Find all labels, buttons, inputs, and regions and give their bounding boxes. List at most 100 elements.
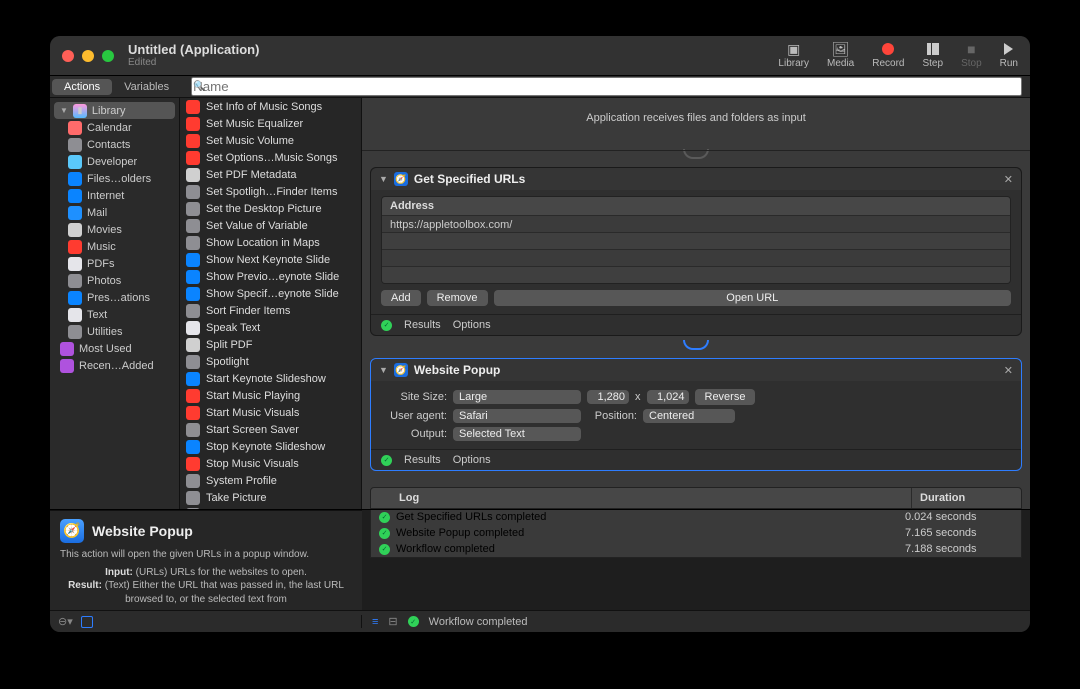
address-row-empty[interactable] (382, 266, 1010, 283)
execute-icon[interactable]: ⊖▾ (58, 615, 73, 628)
library-item-label: Mail (87, 207, 107, 219)
position-select[interactable]: Centered (643, 409, 735, 423)
library-item[interactable]: Files…olders (50, 170, 179, 187)
duration-column-header[interactable]: Duration (911, 488, 1021, 508)
results-link[interactable]: Results (404, 454, 441, 466)
close-icon[interactable]: ✕ (1004, 173, 1013, 186)
stop-toolbar-button[interactable]: ■Stop (961, 42, 982, 69)
action-item[interactable]: Sort Finder Items (180, 302, 361, 319)
action-item[interactable]: Set Value of Variable (180, 217, 361, 234)
address-column-header[interactable]: Address (382, 197, 1010, 215)
action-item[interactable]: Start Music Playing (180, 387, 361, 404)
address-row-empty[interactable] (382, 232, 1010, 249)
action-item[interactable]: Speak Text (180, 319, 361, 336)
action-item[interactable]: Set Options…Music Songs (180, 149, 361, 166)
action-item[interactable]: Set Spotligh…Finder Items (180, 183, 361, 200)
flow-view-icon[interactable]: ⊟ (388, 615, 397, 628)
library-item[interactable]: Text (50, 306, 179, 323)
library-item[interactable]: PDFs (50, 255, 179, 272)
search-icon: 🔍 (193, 81, 205, 92)
action-item[interactable]: Set Music Equalizer (180, 115, 361, 132)
minimize-window-button[interactable] (82, 50, 94, 62)
open-url-button[interactable]: Open URL (494, 290, 1011, 306)
variables-tab[interactable]: Variables (112, 79, 181, 95)
by-label: x (635, 391, 641, 403)
add-button[interactable]: Add (381, 290, 421, 306)
action-icon (186, 389, 200, 403)
library-item[interactable]: Utilities (50, 323, 179, 340)
address-row[interactable]: https://appletoolbox.com/ (382, 215, 1010, 232)
library-item[interactable]: Internet (50, 187, 179, 204)
action-icon (186, 304, 200, 318)
log-column-header[interactable]: Log (371, 488, 911, 508)
action-item[interactable]: Set Music Volume (180, 132, 361, 149)
actions-tab[interactable]: Actions (52, 79, 112, 95)
category-icon (68, 257, 82, 271)
folder-icon (60, 342, 74, 356)
category-icon (68, 308, 82, 322)
library-section[interactable]: Recen…Added (50, 357, 179, 374)
run-toolbar-button[interactable]: Run (1000, 42, 1018, 69)
address-row-empty[interactable] (382, 249, 1010, 266)
output-select[interactable]: Selected Text (453, 427, 581, 441)
user-agent-select[interactable]: Safari (453, 409, 581, 423)
address-table: Address https://appletoolbox.com/ (381, 196, 1011, 284)
library-item[interactable]: Pres…ations (50, 289, 179, 306)
close-icon[interactable]: ✕ (1004, 364, 1013, 377)
library-item[interactable]: Mail (50, 204, 179, 221)
search-input[interactable] (191, 77, 1022, 96)
category-icon (68, 240, 82, 254)
position-label: Position: (587, 410, 637, 422)
site-size-select[interactable]: Large (453, 390, 581, 404)
library-toolbar-button[interactable]: ▣Library (778, 42, 809, 69)
library-item[interactable]: Music (50, 238, 179, 255)
list-view-icon[interactable]: ≡ (372, 616, 378, 628)
library-item[interactable]: Movies (50, 221, 179, 238)
action-item[interactable]: System Profile (180, 472, 361, 489)
action-icon (186, 168, 200, 182)
traffic-lights (62, 50, 114, 62)
disclosure-icon[interactable]: ▼ (379, 174, 388, 184)
zoom-window-button[interactable] (102, 50, 114, 62)
action-item[interactable]: Set Info of Music Songs (180, 98, 361, 115)
options-link[interactable]: Options (453, 454, 491, 466)
library-item[interactable]: Calendar (50, 119, 179, 136)
action-item[interactable]: Set PDF Metadata (180, 166, 361, 183)
info-title: Website Popup (92, 523, 193, 539)
results-link[interactable]: Results (404, 319, 441, 331)
action-item[interactable]: Start Music Visuals (180, 404, 361, 421)
action-item[interactable]: Show Previo…eynote Slide (180, 268, 361, 285)
close-window-button[interactable] (62, 50, 74, 62)
action-item[interactable]: Show Next Keynote Slide (180, 251, 361, 268)
options-link[interactable]: Options (453, 319, 491, 331)
width-input[interactable] (587, 390, 629, 404)
action-item[interactable]: Set the Desktop Picture (180, 200, 361, 217)
media-icon: 🖼 (832, 42, 850, 56)
action-item[interactable]: Spotlight (180, 353, 361, 370)
library-root[interactable]: ▼▮Library (54, 102, 175, 119)
step-toolbar-button[interactable]: Step (922, 42, 943, 69)
action-item[interactable]: Stop Music Visuals (180, 455, 361, 472)
action-item[interactable]: Show Specif…eynote Slide (180, 285, 361, 302)
action-item[interactable]: Take Picture (180, 489, 361, 506)
library-item[interactable]: Developer (50, 153, 179, 170)
action-item[interactable]: Start Screen Saver (180, 421, 361, 438)
library-item[interactable]: Photos (50, 272, 179, 289)
card-header[interactable]: ▼ 🧭 Get Specified URLs ✕ (371, 168, 1021, 190)
action-item[interactable]: Start Keynote Slideshow (180, 370, 361, 387)
height-input[interactable] (647, 390, 689, 404)
action-icon (186, 372, 200, 386)
action-icon (186, 491, 200, 505)
action-item[interactable]: Show Location in Maps (180, 234, 361, 251)
action-item[interactable]: Split PDF (180, 336, 361, 353)
library-section[interactable]: Most Used (50, 340, 179, 357)
view-icon[interactable] (81, 616, 93, 628)
library-item[interactable]: Contacts (50, 136, 179, 153)
remove-button[interactable]: Remove (427, 290, 488, 306)
disclosure-icon[interactable]: ▼ (379, 365, 388, 375)
card-header[interactable]: ▼ 🧭 Website Popup ✕ (371, 359, 1021, 381)
media-toolbar-button[interactable]: 🖼Media (827, 42, 854, 69)
action-item[interactable]: Stop Keynote Slideshow (180, 438, 361, 455)
reverse-button[interactable]: Reverse (695, 389, 756, 405)
record-toolbar-button[interactable]: Record (872, 42, 904, 69)
